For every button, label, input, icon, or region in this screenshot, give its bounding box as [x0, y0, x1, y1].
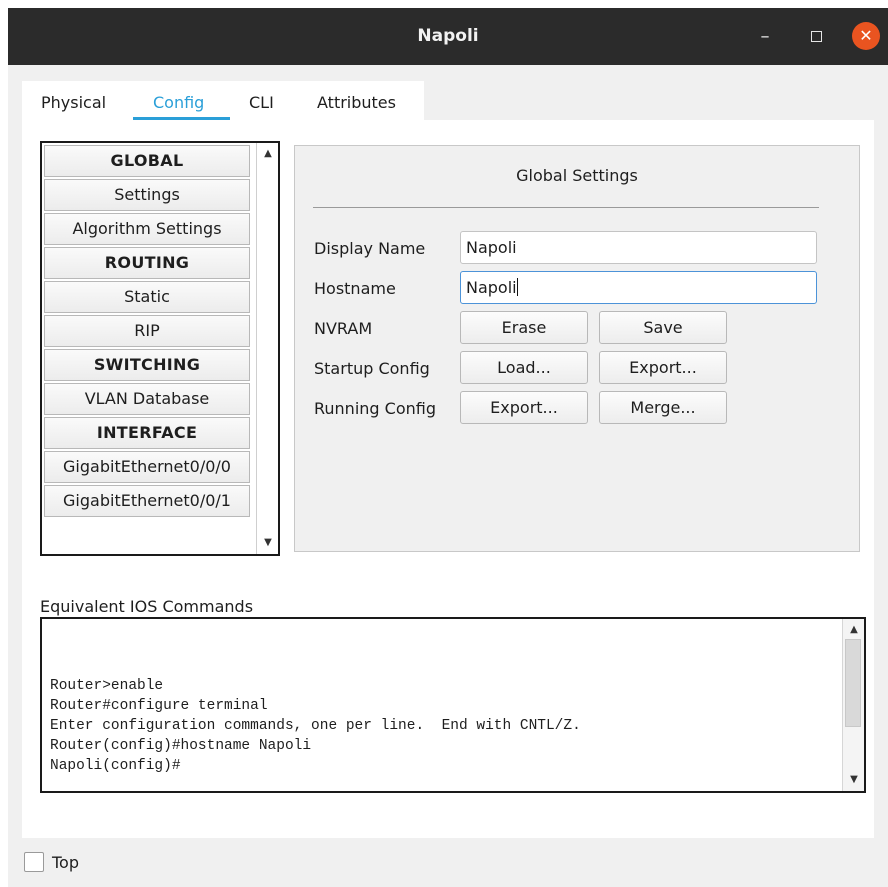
nav-header-switching: SWITCHING: [44, 349, 250, 381]
scroll-down-icon[interactable]: ▼: [846, 772, 862, 788]
nav-scrollbar[interactable]: ▲ ▼: [256, 143, 278, 554]
nav-header-interface: INTERFACE: [44, 417, 250, 449]
tab-attributes[interactable]: Attributes: [317, 93, 396, 112]
ios-commands-console[interactable]: Router>enable Router#configure terminal En…: [40, 617, 866, 793]
close-icon[interactable]: ✕: [852, 22, 880, 50]
title-bar[interactable]: Napoli – ✕: [8, 8, 888, 65]
ios-line: Enter configuration commands, one per li…: [50, 718, 581, 734]
nav-item-static[interactable]: Static: [44, 281, 250, 313]
scroll-up-icon[interactable]: ▲: [846, 622, 862, 638]
export-startup-button[interactable]: Export...: [599, 351, 727, 384]
divider: [313, 207, 819, 208]
nav-item-vlan-database[interactable]: VLAN Database: [44, 383, 250, 415]
nav-item-gigabitethernet0-0-1[interactable]: GigabitEthernet0/0/1: [44, 485, 250, 517]
config-nav-list: GLOBAL Settings Algorithm Settings ROUTI…: [40, 141, 280, 556]
load-startup-button[interactable]: Load...: [460, 351, 588, 384]
ios-line: Router#configure terminal: [50, 698, 268, 714]
top-checkbox[interactable]: [24, 852, 44, 872]
ios-line: Router>enable: [50, 678, 164, 694]
display-name-field[interactable]: Napoli: [460, 231, 817, 264]
display-name-value: Napoli: [466, 238, 517, 257]
minimize-icon[interactable]: –: [752, 24, 778, 50]
device-window: Physical Config CLI Attributes GLOBAL Se…: [8, 65, 888, 887]
display-name-label: Display Name: [314, 239, 426, 258]
startup-config-label: Startup Config: [314, 359, 430, 378]
ios-commands-text: Router>enable Router#configure terminal En…: [50, 676, 581, 776]
export-running-button[interactable]: Export...: [460, 391, 588, 424]
scroll-up-icon[interactable]: ▲: [260, 146, 276, 162]
hostname-label: Hostname: [314, 279, 396, 298]
hostname-value: Napoli: [466, 278, 517, 297]
save-button[interactable]: Save: [599, 311, 727, 344]
merge-running-button[interactable]: Merge...: [599, 391, 727, 424]
tab-physical[interactable]: Physical: [41, 93, 106, 112]
nvram-label: NVRAM: [314, 319, 373, 338]
tab-cli[interactable]: CLI: [249, 93, 274, 112]
scroll-thumb[interactable]: [845, 639, 861, 727]
hostname-field[interactable]: Napoli: [460, 271, 817, 304]
text-caret: [516, 278, 518, 296]
top-checkbox-label[interactable]: Top: [52, 853, 79, 872]
tab-bar: Physical Config CLI Attributes: [22, 81, 424, 121]
scroll-down-icon[interactable]: ▼: [260, 535, 276, 551]
panel-title: Global Settings: [516, 166, 638, 185]
global-settings-panel: Global Settings Display Name Napoli Host…: [294, 145, 860, 552]
tab-config[interactable]: Config: [153, 93, 204, 112]
ios-line: Router(config)#hostname Napoli: [50, 738, 312, 754]
ios-commands-label: Equivalent IOS Commands: [40, 597, 254, 616]
running-config-label: Running Config: [314, 399, 436, 418]
nav-header-routing: ROUTING: [44, 247, 250, 279]
maximize-icon[interactable]: [803, 24, 829, 50]
ios-line: Napoli(config)#: [50, 758, 181, 774]
nav-item-settings[interactable]: Settings: [44, 179, 250, 211]
nav-item-rip[interactable]: RIP: [44, 315, 250, 347]
console-scrollbar[interactable]: ▲ ▼: [842, 619, 864, 791]
nav-header-global: GLOBAL: [44, 145, 250, 177]
erase-button[interactable]: Erase: [460, 311, 588, 344]
nav-item-gigabitethernet0-0-0[interactable]: GigabitEthernet0/0/0: [44, 451, 250, 483]
nav-item-algorithm-settings[interactable]: Algorithm Settings: [44, 213, 250, 245]
